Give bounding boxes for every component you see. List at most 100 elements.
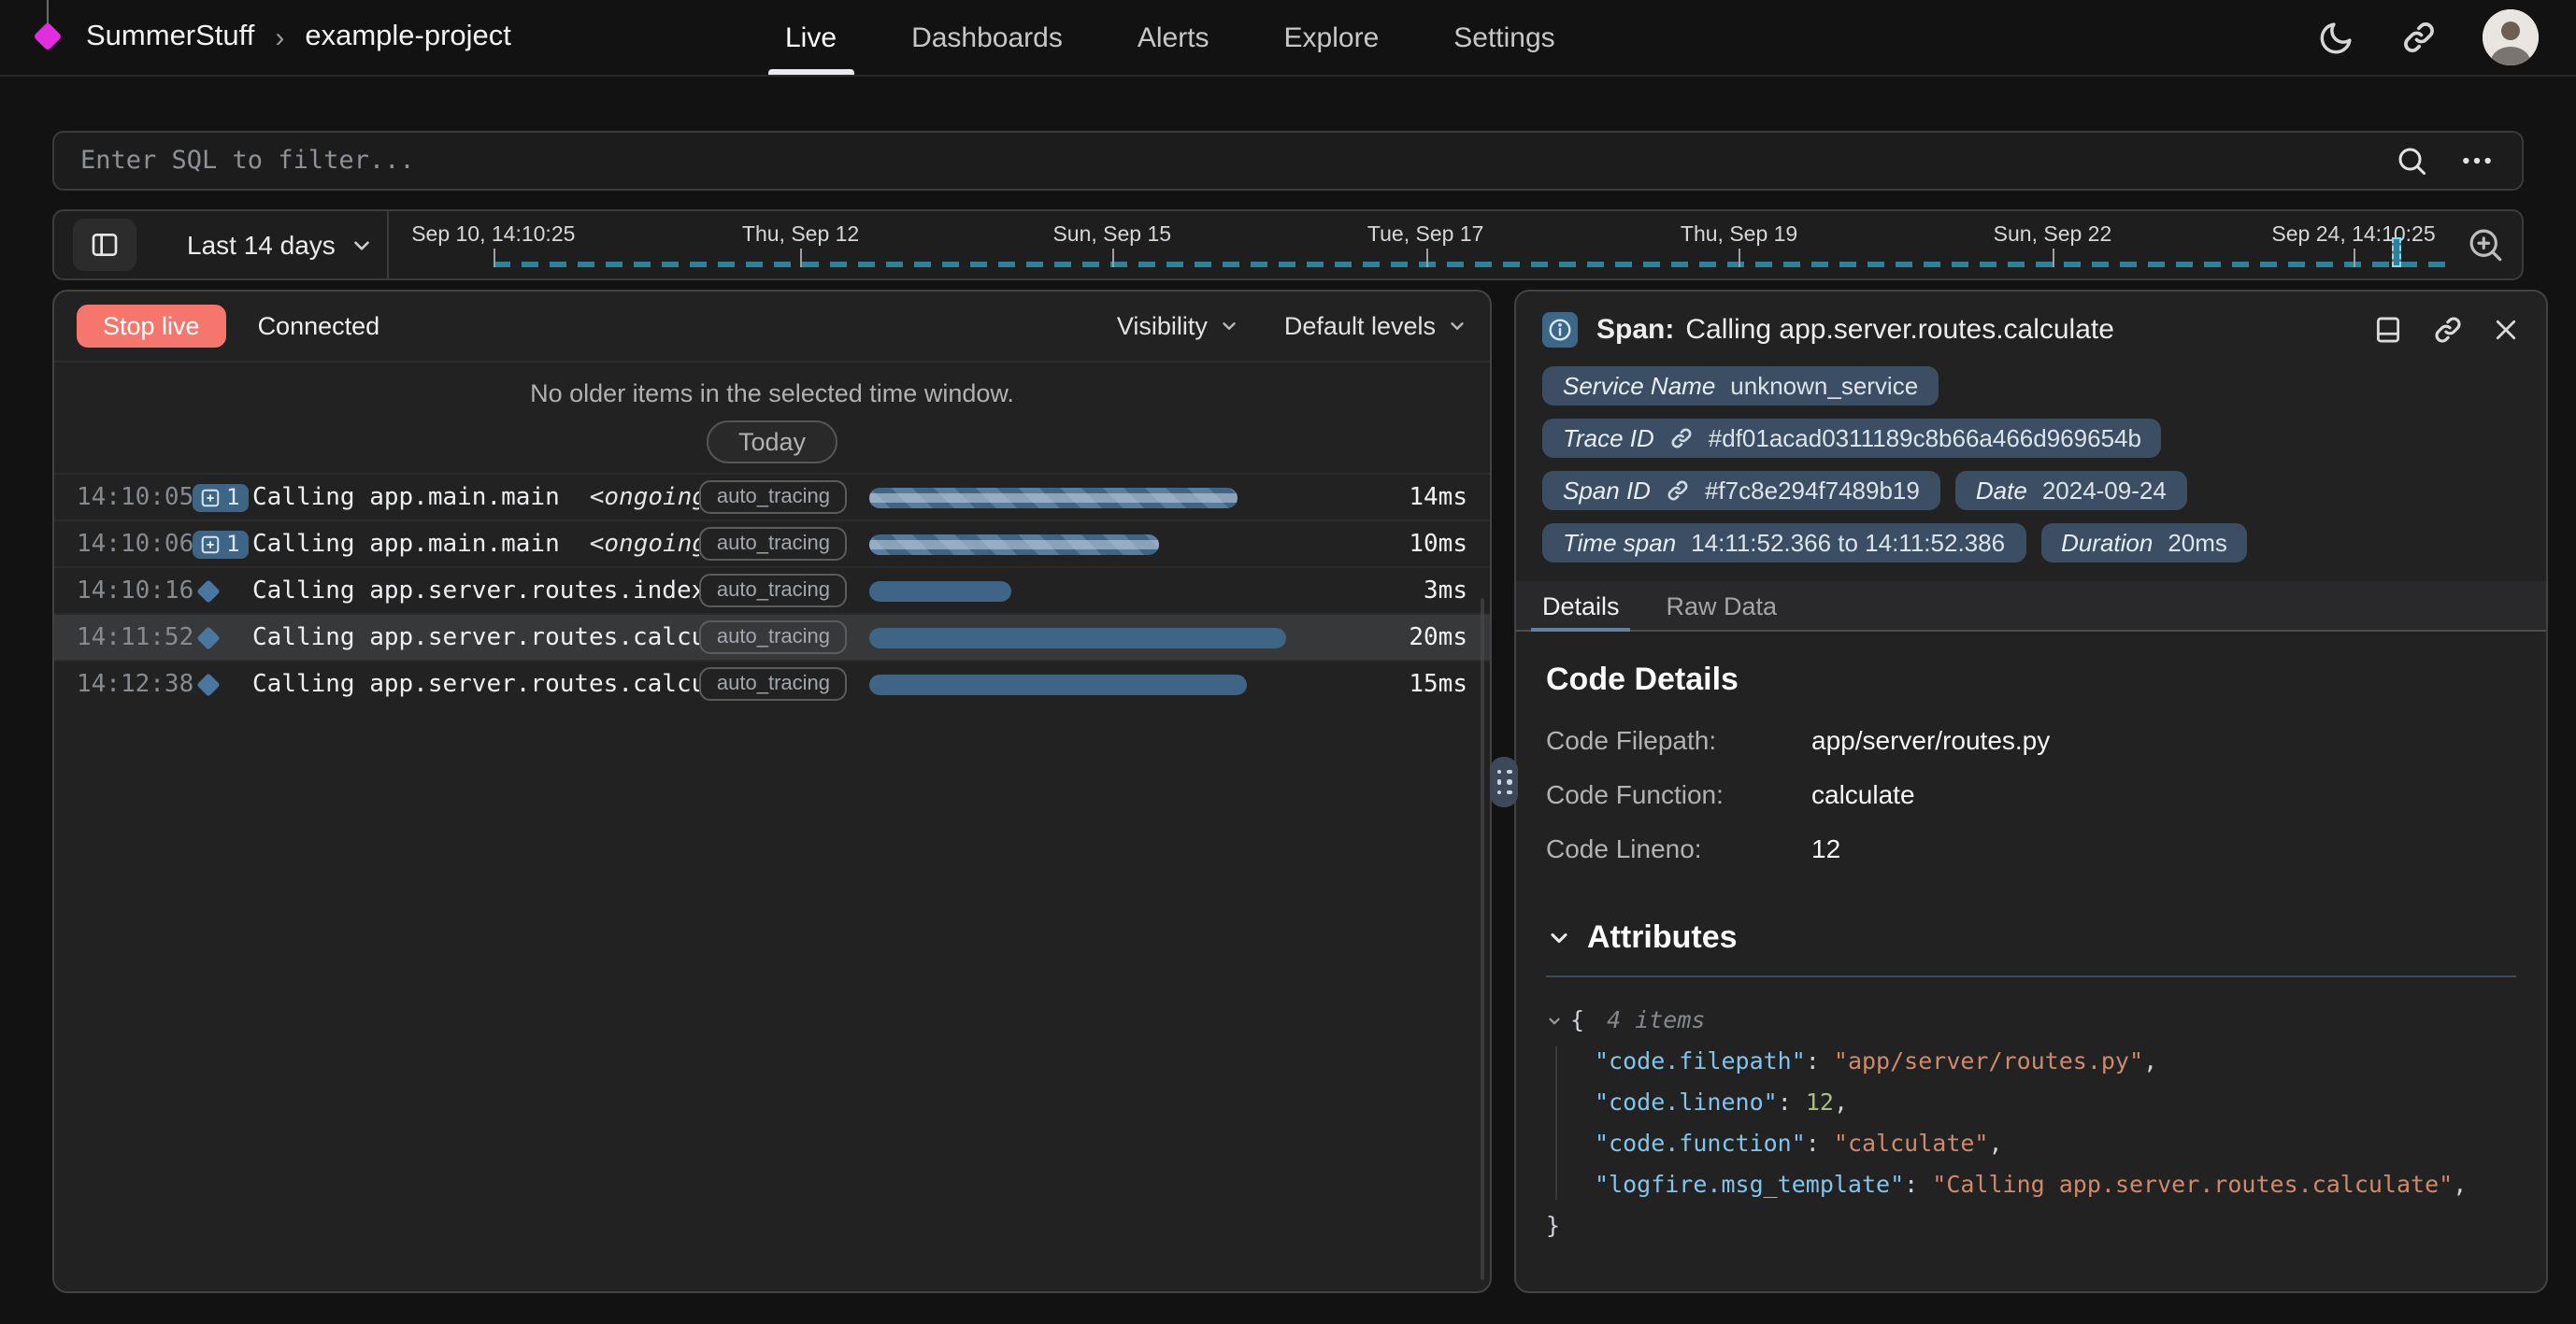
detail-tab-details[interactable]: Details xyxy=(1542,581,1620,630)
tag-auto-tracing[interactable]: auto_tracing xyxy=(700,574,847,607)
chevron-down-icon xyxy=(1546,925,1572,951)
duration-label: 10ms xyxy=(1378,530,1467,558)
badge-label: Duration xyxy=(2061,529,2153,557)
span-badges: Service Nameunknown_serviceTrace ID#df01… xyxy=(1516,363,2546,562)
timeline-tick-mark xyxy=(1112,249,1114,267)
default-levels-label: Default levels xyxy=(1284,312,1436,340)
log-row[interactable]: 14:10:061Calling app.main.main<ongoing?>… xyxy=(54,520,1490,566)
dark-mode-moon-icon[interactable] xyxy=(2316,18,2355,57)
badge-label: Span ID xyxy=(1563,477,1651,505)
json-collapse-icon[interactable] xyxy=(1546,1012,1563,1029)
timeline-tick-label: Sun, Sep 22 xyxy=(1994,224,2112,247)
chevron-down-icon xyxy=(1447,316,1467,336)
timeline-tick-mark xyxy=(1739,249,1741,267)
duration-bar xyxy=(869,627,1285,648)
log-message: Calling app.main.main<ongoing?> xyxy=(252,530,700,558)
duration-label: 3ms xyxy=(1378,577,1467,605)
log-row[interactable]: 14:10:051Calling app.main.main<ongoing?>… xyxy=(54,473,1490,520)
badge-span-id[interactable]: Span ID#f7c8e294f7489b19 xyxy=(1542,471,1940,510)
copy-link-icon[interactable] xyxy=(2432,314,2464,346)
badge-value: #df01acad0311189c8b66a466d969654b xyxy=(1709,424,2141,452)
close-icon[interactable] xyxy=(2492,316,2520,344)
tab-dashboards[interactable]: Dashboards xyxy=(911,0,1063,75)
live-panel-header: Stop live Connected Visibility Default l… xyxy=(54,292,1490,363)
tab-alerts[interactable]: Alerts xyxy=(1138,0,1209,75)
duration-label: 20ms xyxy=(1378,623,1467,651)
timeline-tick-mark xyxy=(494,249,495,267)
log-message: Calling app.server.routes.calculate xyxy=(252,623,700,651)
detail-tab-raw-data[interactable]: Raw Data xyxy=(1667,581,1778,630)
duration-label: 15ms xyxy=(1378,670,1467,698)
span-diamond-icon xyxy=(196,578,220,602)
log-icon-slot xyxy=(193,629,252,646)
duration-bar-track xyxy=(869,487,1359,507)
sql-filter-input[interactable] xyxy=(80,146,2365,176)
attributes-toggle[interactable]: Attributes xyxy=(1546,919,2516,957)
timeline-activity-spike xyxy=(2393,237,2402,267)
log-time: 14:12:38 xyxy=(77,670,193,698)
json-root-line: { 4 items xyxy=(1546,1000,2516,1041)
expand-children-badge[interactable]: 1 xyxy=(193,530,249,558)
tab-explore[interactable]: Explore xyxy=(1284,0,1380,75)
timeline-tick-mark xyxy=(801,249,803,267)
json-value: 12 xyxy=(1806,1088,1834,1116)
duration-bar xyxy=(869,674,1246,694)
info-icon xyxy=(1542,312,1578,348)
child-count: 1 xyxy=(226,532,239,556)
timeline[interactable]: Sep 10, 14:10:25Thu, Sep 12Sun, Sep 15Tu… xyxy=(390,211,2466,278)
duration-bar xyxy=(869,580,1011,601)
default-levels-dropdown[interactable]: Default levels xyxy=(1284,312,1467,340)
json-value: "Calling app.server.routes.calculate" xyxy=(1932,1170,2453,1198)
breadcrumb-org[interactable]: SummerStuff xyxy=(86,21,254,54)
tag-auto-tracing[interactable]: auto_tracing xyxy=(700,620,847,654)
more-options-icon[interactable] xyxy=(2458,142,2496,179)
share-link-icon[interactable] xyxy=(2400,19,2438,56)
expand-children-badge[interactable]: 1 xyxy=(193,483,249,511)
timeline-dashed-line xyxy=(494,262,2449,267)
plus-square-icon xyxy=(200,534,221,554)
badge-value: 14:11:52.366 to 14:11:52.386 xyxy=(1691,529,2005,557)
panel-resize-handle[interactable] xyxy=(1490,757,1518,807)
visibility-dropdown[interactable]: Visibility xyxy=(1117,312,1239,340)
badge-row: Span ID#f7c8e294f7489b19 Date2024-09-24 xyxy=(1542,471,2520,510)
badge-trace-id[interactable]: Trace ID#df01acad0311189c8b66a466d969654… xyxy=(1542,419,2162,458)
left-panel-scrollbar[interactable] xyxy=(1481,598,1484,1280)
json-key: "code.lineno" xyxy=(1595,1088,1778,1116)
empty-window-message: No older items in the selected time wind… xyxy=(54,363,1490,473)
dock-panel-icon[interactable] xyxy=(2372,314,2404,346)
tag-auto-tracing[interactable]: auto_tracing xyxy=(700,667,847,701)
log-row[interactable]: 14:10:16Calling app.server.routes.indexa… xyxy=(54,566,1490,613)
link-icon xyxy=(1666,478,1690,503)
badge-date: Date2024-09-24 xyxy=(1955,471,2187,510)
badge-duration: Duration20ms xyxy=(2040,523,2248,562)
today-button[interactable]: Today xyxy=(707,420,837,463)
user-avatar[interactable] xyxy=(2483,9,2539,65)
breadcrumb-project[interactable]: example-project xyxy=(305,21,511,54)
timeline-tick-label: Tue, Sep 17 xyxy=(1367,224,1483,247)
log-row[interactable]: 14:12:38Calling app.server.routes.calcul… xyxy=(54,660,1490,706)
tag-auto-tracing[interactable]: auto_tracing xyxy=(700,480,847,514)
time-range-select[interactable]: Last 14 days xyxy=(187,230,375,260)
tab-settings[interactable]: Settings xyxy=(1453,0,1554,75)
stop-live-button[interactable]: Stop live xyxy=(77,305,226,348)
tag-auto-tracing[interactable]: auto_tracing xyxy=(700,527,847,561)
logo[interactable] xyxy=(37,0,60,75)
search-icon[interactable] xyxy=(2395,144,2428,178)
badge-time-span: Time span 14:11:52.366 to 14:11:52.386 xyxy=(1542,523,2025,562)
timeline-tick-mark xyxy=(2354,249,2355,267)
log-row[interactable]: 14:11:52Calling app.server.routes.calcul… xyxy=(54,613,1490,660)
json-open-brace: { xyxy=(1570,1000,1584,1041)
json-key: "logfire.msg_template" xyxy=(1595,1170,1904,1198)
tab-live[interactable]: Live xyxy=(785,0,837,75)
json-indent-guide xyxy=(1555,1046,1557,1200)
sidebar-toggle-icon[interactable] xyxy=(73,219,136,271)
duration-bar xyxy=(869,487,1237,507)
code-detail-label: Code Lineno: xyxy=(1546,833,1811,863)
timeline-tick-label: Sun, Sep 15 xyxy=(1052,224,1171,247)
connection-status: Connected xyxy=(258,312,380,340)
timeline-tick-label: Sep 24, 14:10:25 xyxy=(2271,224,2435,247)
code-detail-value: calculate xyxy=(1811,779,2516,809)
badge-label: Time span xyxy=(1563,529,1676,557)
zoom-in-icon[interactable] xyxy=(2466,225,2505,264)
code-detail-value: app/server/routes.py xyxy=(1811,725,2516,755)
